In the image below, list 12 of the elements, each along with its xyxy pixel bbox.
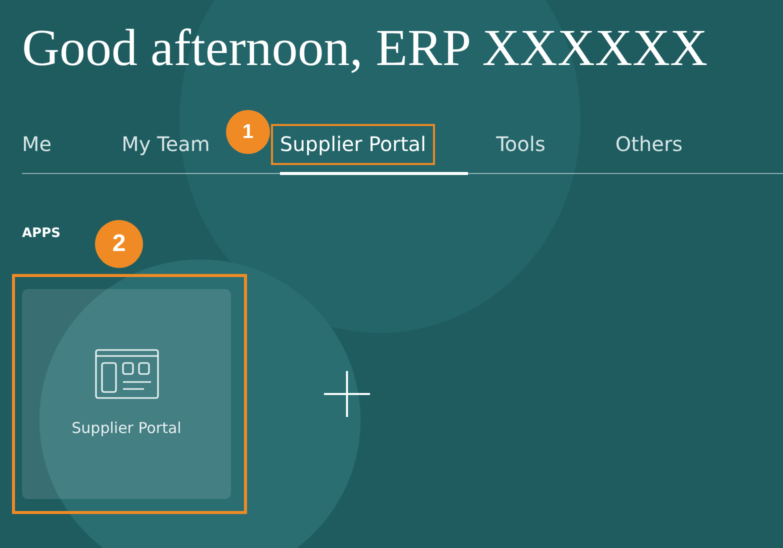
greeting-heading: Good afternoon, ERP XXXXXX bbox=[22, 19, 709, 79]
tab[interactable]: Supplier Portal bbox=[280, 131, 426, 158]
section-heading: APPS bbox=[22, 225, 60, 244]
portal-window-icon bbox=[94, 348, 158, 399]
step-badge: 1 bbox=[226, 110, 270, 154]
tab[interactable]: Others bbox=[615, 131, 683, 158]
tab[interactable]: My Team bbox=[122, 131, 210, 158]
tab[interactable]: Tools bbox=[496, 131, 546, 158]
tab[interactable]: Me bbox=[22, 131, 52, 158]
step-badge: 2 bbox=[95, 220, 143, 268]
app-tile[interactable]: Supplier Portal bbox=[22, 288, 231, 499]
add-icon[interactable] bbox=[323, 370, 371, 418]
